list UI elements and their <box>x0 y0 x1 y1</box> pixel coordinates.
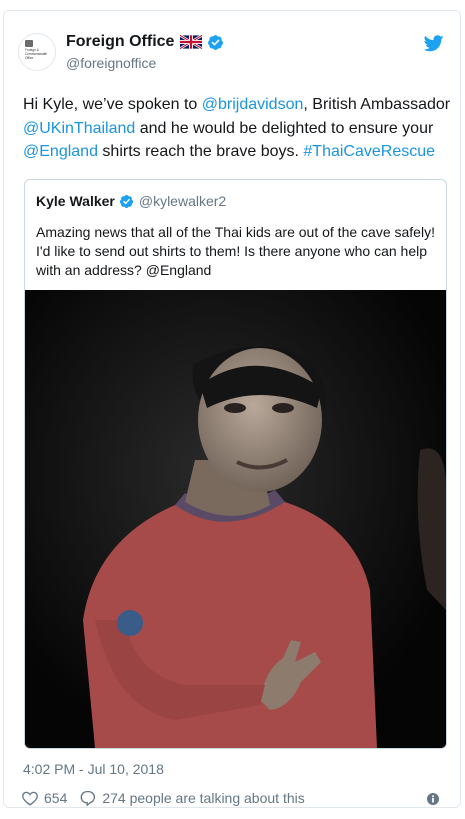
author-handle[interactable]: @foreignoffice <box>66 55 156 71</box>
twitter-bird-icon[interactable] <box>424 35 444 52</box>
speech-bubble-icon <box>80 790 96 807</box>
quoted-tweet-text: Amazing news that all of the Thai kids a… <box>36 224 435 278</box>
author-avatar[interactable]: Foreign & Commonwealth Office <box>18 33 56 71</box>
verified-badge-icon <box>208 34 224 50</box>
tweet-text-segment: Hi Kyle, we’ve spoken to <box>23 96 202 113</box>
like-count: 654 <box>44 790 68 806</box>
quoted-author-name[interactable]: Kyle Walker <box>36 193 115 209</box>
heart-icon <box>22 791 38 806</box>
uk-flag-icon <box>180 35 203 49</box>
avatar-logo-text: Foreign & Commonwealth Office <box>25 48 48 60</box>
verified-badge-icon <box>119 194 133 208</box>
author-display-name[interactable]: Foreign Office <box>66 33 174 51</box>
tweet-actions: 654 274 people are talking about this <box>21 789 305 807</box>
mention-link[interactable]: @England <box>23 143 98 160</box>
embedded-tweet-card: Foreign & Commonwealth Office Foreign Of… <box>3 10 461 808</box>
conversation-button[interactable]: 274 people are talking about this <box>79 789 305 807</box>
tweet-text-segment: shirts reach the brave boys. <box>97 143 304 160</box>
author-name-row: Foreign Office <box>66 33 224 51</box>
tweet-text: Hi Kyle, we’ve spoken to @brijdavidson, … <box>23 93 451 164</box>
quoted-tweet-header: Kyle Walker @kylewalker2 <box>36 193 226 209</box>
quoted-tweet[interactable]: Kyle Walker @kylewalker2 Amazing news th… <box>24 179 447 749</box>
boy-in-cave-illustration <box>25 290 446 748</box>
tweet-text-segment: , British Ambassador <box>303 96 451 113</box>
hashtag-link[interactable]: #ThaiCaveRescue <box>303 143 435 160</box>
info-icon[interactable] <box>427 793 439 805</box>
tweet-text-segment: and he would be delighted to ensure your <box>135 119 434 137</box>
mention-link[interactable]: @UKinThailand <box>23 120 135 137</box>
like-button[interactable]: 654 <box>21 789 67 807</box>
mention-link[interactable]: @brijdavidson <box>202 96 304 113</box>
royal-crest-icon <box>25 40 33 47</box>
tweet-timestamp[interactable]: 4:02 PM - Jul 10, 2018 <box>23 761 164 777</box>
quoted-author-handle[interactable]: @kylewalker2 <box>139 193 226 209</box>
talking-about-count: 274 people are talking about this <box>102 790 305 806</box>
quoted-tweet-photo[interactable] <box>25 290 446 748</box>
